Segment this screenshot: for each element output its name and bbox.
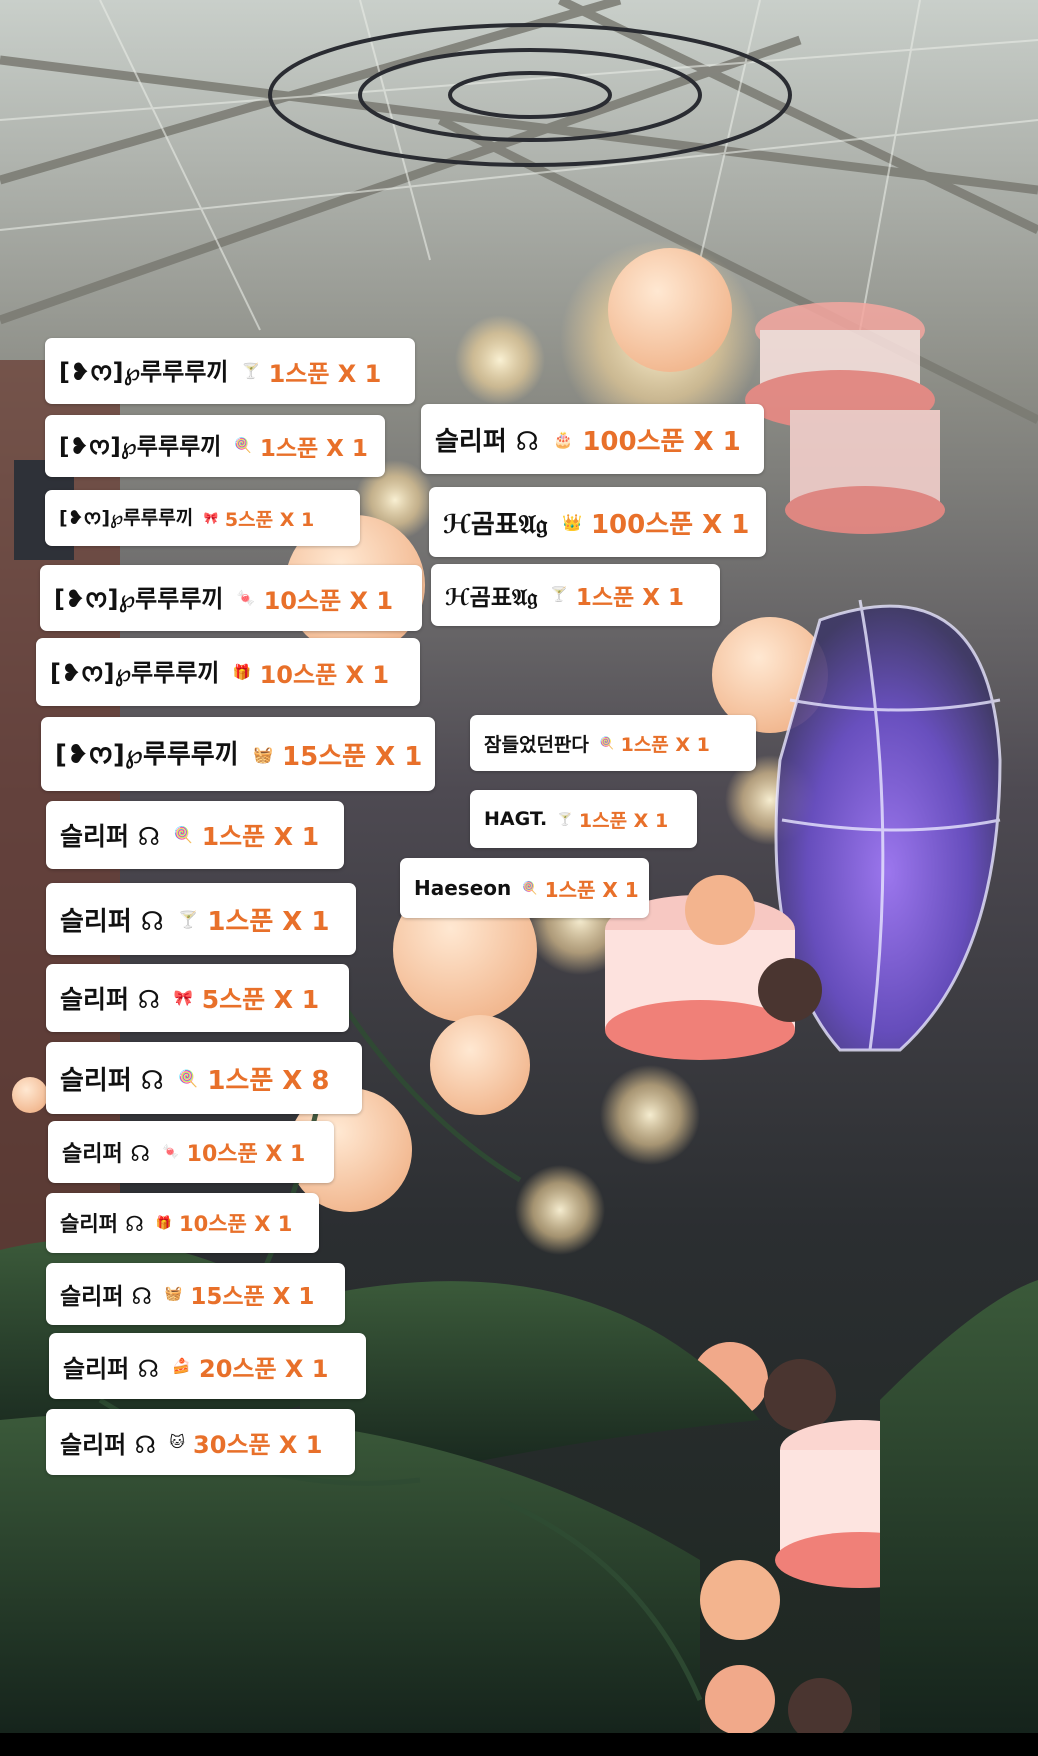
spoon-amount: 5스푼 X 1: [224, 508, 315, 531]
donation-sticker: 슬리퍼 ☊ 🍭 1스푼 X 8: [46, 1042, 362, 1114]
gift-icon: 🐱: [169, 1433, 185, 1451]
donor-name: ℋ곰표𝔄𝔤: [445, 585, 538, 611]
donor-name: [❥ᰔ]℘루루루끼: [59, 434, 222, 460]
donation-sticker: 슬리퍼 ☊ 🎀 5스푼 X 1: [46, 964, 349, 1032]
donor-name: 잠들었던판다: [484, 733, 589, 756]
spoon-amount: 1스푼 X 1: [544, 877, 639, 902]
donation-sticker: [❥ᰔ]℘루루루끼 🧺 15스푼 X 1: [41, 717, 435, 791]
donation-sticker: 슬리퍼 ☊ 🎂 100스푼 X 1: [421, 404, 764, 474]
gift-icon: 🍰: [172, 1357, 191, 1375]
donation-sticker: [❥ᰔ]℘루루루끼 🍭 1스푼 X 1: [45, 415, 385, 477]
donation-sticker: [❥ᰔ]℘루루루끼 🍸 1스푼 X 1: [45, 338, 415, 404]
donation-sticker: 슬리퍼 ☊ 🐱 30스푼 X 1: [46, 1409, 355, 1475]
donor-name: HAGT.: [484, 808, 548, 830]
donation-sticker: Haeseon 🍭 1스푼 X 1: [400, 858, 649, 918]
gift-icon: 🎂: [553, 429, 574, 449]
gift-icon: 🍭: [234, 438, 253, 454]
gift-icon: 🍭: [522, 880, 538, 895]
spoon-amount: 30스푼 X 1: [193, 1430, 323, 1459]
spoon-amount: 1스푼 X 1: [201, 822, 320, 851]
donor-name: [❥ᰔ]℘루루루끼: [55, 739, 239, 770]
donation-sticker: ℋ곰표𝔄𝔤 🍸 1스푼 X 1: [431, 564, 720, 626]
donor-name: [❥ᰔ]℘루루루끼: [54, 584, 224, 613]
donation-sticker: 슬리퍼 ☊ 🎁 10스푼 X 1: [46, 1193, 319, 1253]
spoon-amount: 20스푼 X 1: [199, 1354, 329, 1383]
spoon-amount: 1스푼 X 1: [268, 359, 382, 388]
donor-name: ℋ곰표𝔄𝔤: [443, 509, 548, 540]
spoon-amount: 10스푼 X 1: [259, 660, 390, 689]
spoon-amount: 100스푼 X 1: [582, 426, 741, 457]
spoon-amount: 1스푼 X 1: [207, 906, 330, 937]
donor-name: 슬리퍼 ☊: [60, 985, 160, 1014]
gift-icon: 🍸: [557, 812, 573, 826]
donation-sticker-list: [❥ᰔ]℘루루루끼 🍸 1스푼 X 1 [❥ᰔ]℘루루루끼 🍭 1스푼 X 1 [❥ᰔ]℘루…: [0, 0, 1038, 1756]
gift-icon: 🧺: [164, 1286, 183, 1302]
donation-sticker: 슬리퍼 ☊ 🍸 1스푼 X 1: [46, 883, 356, 955]
spoon-amount: 100스푼 X 1: [590, 509, 750, 540]
spoon-amount: 1스푼 X 1: [575, 585, 684, 611]
gift-icon: 🧺: [253, 744, 274, 764]
donor-name: 슬리퍼 ☊: [60, 1284, 152, 1310]
donation-sticker: 잠들었던판다 🍭 1스푼 X 1: [470, 715, 756, 771]
gift-icon: 🍭: [173, 826, 194, 844]
gift-icon: 🍭: [178, 1068, 199, 1088]
spoon-amount: 1스푼 X 1: [259, 436, 368, 462]
gift-icon: 👑: [562, 512, 583, 532]
donation-sticker: 슬리퍼 ☊ 🍬 10스푼 X 1: [48, 1121, 334, 1183]
gift-icon: 🍸: [178, 909, 199, 929]
donation-sticker: [❥ᰔ]℘루루루끼 🎁 10스푼 X 1: [36, 638, 420, 706]
spoon-amount: 1스푼 X 8: [207, 1065, 330, 1096]
donor-name: 슬리퍼 ☊: [62, 1142, 150, 1167]
donor-name: 슬리퍼 ☊: [60, 906, 164, 937]
donor-name: 슬리퍼 ☊: [63, 1354, 159, 1383]
spoon-amount: 10스푼 X 1: [186, 1142, 306, 1167]
bottom-bar: [0, 1733, 1038, 1756]
gift-icon: 🎁: [155, 1215, 172, 1231]
gift-icon: 🎀: [173, 989, 194, 1007]
spoon-amount: 5스푼 X 1: [201, 985, 320, 1014]
donation-sticker: 슬리퍼 ☊ 🧺 15스푼 X 1: [46, 1263, 345, 1325]
donor-name: 슬리퍼 ☊: [435, 426, 539, 457]
spoon-amount: 15스푼 X 1: [282, 741, 423, 772]
gift-icon: 🍭: [599, 736, 615, 750]
donor-name: 슬리퍼 ☊: [60, 822, 160, 851]
donor-name: Haeseon: [414, 876, 512, 900]
donation-sticker: [❥ᰔ]℘루루루끼 🍬 10스푼 X 1: [40, 565, 422, 631]
donation-sticker: ℋ곰표𝔄𝔤 👑 100스푼 X 1: [429, 487, 766, 557]
spoon-amount: 10스푼 X 1: [263, 586, 394, 615]
gift-icon: 🍸: [550, 587, 569, 603]
gift-icon: 🎁: [232, 663, 252, 681]
donor-name: 슬리퍼 ☊: [60, 1065, 164, 1096]
donor-name: [❥ᰔ]℘루루루끼: [59, 357, 229, 386]
donation-sticker: HAGT. 🍸 1스푼 X 1: [470, 790, 697, 848]
spoon-amount: 1스푼 X 1: [620, 733, 710, 756]
gift-icon: 🍸: [241, 362, 261, 380]
donation-sticker: 슬리퍼 ☊ 🍭 1스푼 X 1: [46, 801, 344, 869]
spoon-amount: 15스푼 X 1: [190, 1284, 315, 1310]
donor-name: [❥ᰔ]℘루루루끼: [59, 507, 194, 529]
spoon-amount: 10스푼 X 1: [179, 1212, 293, 1236]
donation-sticker: [❥ᰔ]℘루루루끼 🎀 5스푼 X 1: [45, 490, 360, 546]
spoon-amount: 1스푼 X 1: [578, 809, 669, 832]
gift-icon: 🍬: [162, 1144, 180, 1160]
gift-icon: 🍬: [236, 589, 256, 607]
donation-sticker: 슬리퍼 ☊ 🍰 20스푼 X 1: [49, 1333, 366, 1399]
donor-name: [❥ᰔ]℘루루루끼: [50, 658, 220, 687]
donor-name: 슬리퍼 ☊: [60, 1212, 144, 1236]
gift-icon: 🎀: [203, 511, 219, 525]
donor-name: 슬리퍼 ☊: [60, 1430, 156, 1459]
